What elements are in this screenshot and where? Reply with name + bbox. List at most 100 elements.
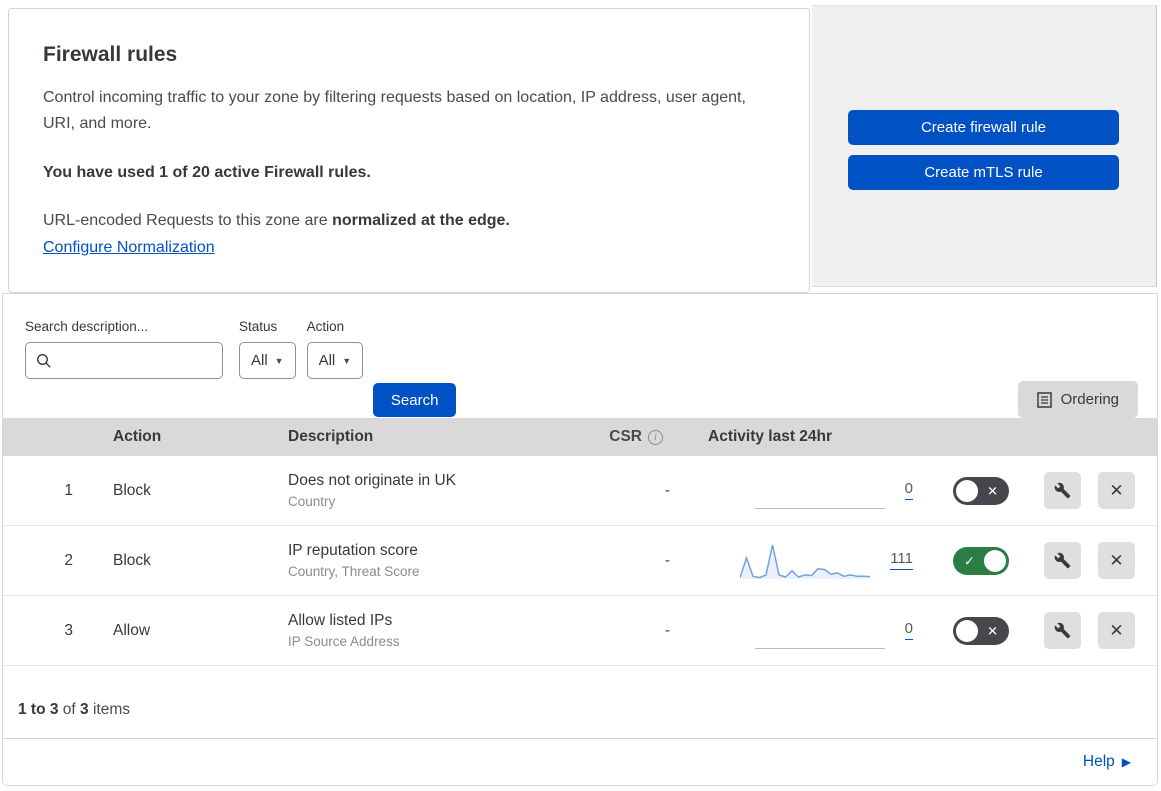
ordering-button-label: Ordering [1060, 391, 1119, 408]
edit-rule-button[interactable] [1044, 542, 1081, 579]
actions-panel: Create firewall rule Create mTLS rule [812, 5, 1157, 287]
rule-action: Allow [113, 621, 151, 639]
toggle-knob [956, 479, 978, 502]
x-icon: ✕ [987, 483, 998, 498]
rule-activity-cell: 0 [688, 608, 923, 654]
rule-csr: - [664, 551, 670, 569]
of-text: of [62, 701, 76, 718]
rule-criteria: IP Source Address [288, 634, 400, 649]
search-button[interactable]: Search [373, 383, 457, 417]
delete-rule-button[interactable]: ✕ [1098, 472, 1135, 509]
edit-rule-button[interactable] [1044, 472, 1081, 509]
range-text: 1 to 3 [18, 701, 59, 718]
create-mtls-rule-button[interactable]: Create mTLS rule [848, 155, 1119, 190]
rule-enabled-toggle[interactable]: ✓ ✕ [953, 616, 1009, 645]
rule-description: Allow listed IPs [288, 612, 393, 629]
table-row: 3 Allow Allow listed IPs IP Source Addre… [3, 596, 1157, 666]
normalization-note-text: URL-encoded Requests to this zone are [43, 212, 333, 229]
activity-count-link[interactable]: 0 [904, 481, 913, 500]
help-label: Help [1082, 753, 1115, 770]
chevron-down-icon: ▼ [342, 355, 352, 366]
status-filter: Status All ▼ [239, 319, 296, 379]
action-filter: Action All ▼ [306, 319, 364, 379]
info-icon[interactable]: i [648, 429, 663, 445]
close-icon: ✕ [1109, 480, 1124, 500]
rule-controls: ✓ ✕ ✕ [923, 612, 1157, 649]
table-header: Action Description CSR i Activity last 2… [3, 418, 1157, 456]
wrench-icon [1054, 482, 1071, 499]
rule-description-cell: Allow listed IPs IP Source Address [268, 612, 598, 649]
activity-count-link[interactable]: 111 [890, 551, 913, 570]
rule-csr: - [664, 481, 670, 499]
delete-rule-button[interactable]: ✕ [1098, 612, 1135, 649]
close-icon: ✕ [1109, 550, 1124, 570]
rule-action: Block [113, 481, 151, 499]
rule-csr: - [664, 621, 670, 639]
delete-rule-button[interactable]: ✕ [1098, 542, 1135, 579]
toggle-knob [984, 549, 1006, 572]
normalization-note: URL-encoded Requests to this zone are no… [43, 212, 769, 230]
rule-priority: 2 [64, 551, 73, 569]
rule-description-cell: IP reputation score Country, Threat Scor… [268, 542, 598, 579]
action-dropdown-value: All [318, 352, 336, 369]
activity-sparkline [754, 608, 885, 654]
rule-enabled-toggle[interactable]: ✓ ✕ [953, 546, 1009, 575]
total-count: 3 [80, 701, 89, 718]
rule-controls: ✓ ✕ ✕ [923, 472, 1157, 509]
rule-criteria: Country, Threat Score [288, 564, 420, 579]
firewall-rules-intro-card: Firewall rules Control incoming traffic … [8, 8, 810, 293]
rule-description-cell: Does not originate in UK Country [268, 472, 598, 509]
toggle-knob [956, 619, 978, 642]
rule-description: Does not originate in UK [288, 472, 457, 489]
wrench-icon [1054, 622, 1071, 639]
arrow-right-icon: ▶ [1121, 755, 1131, 769]
table-row: 1 Block Does not originate in UK Country… [3, 456, 1157, 526]
header-activity: Activity last 24hr [708, 428, 833, 445]
activity-count-link[interactable]: 0 [904, 621, 913, 640]
search-field: Search description... [25, 319, 223, 379]
close-icon: ✕ [1109, 620, 1124, 640]
status-dropdown-value: All [251, 352, 268, 369]
table-row: 2 Block IP reputation score Country, Thr… [3, 526, 1157, 596]
header-action: Action [113, 428, 162, 445]
rule-criteria: Country [288, 494, 336, 509]
rule-enabled-toggle[interactable]: ✓ ✕ [953, 476, 1009, 505]
items-text: items [92, 701, 131, 718]
pagination-summary: 1 to 3 of 3 items [3, 666, 1157, 739]
status-label: Status [239, 319, 278, 334]
activity-sparkline [740, 538, 871, 584]
rule-controls: ✓ ✕ ✕ [923, 542, 1157, 579]
chevron-down-icon: ▼ [274, 355, 284, 366]
rule-action: Block [113, 551, 151, 569]
help-row: Help ▶ [3, 739, 1157, 785]
rule-activity-cell: 0 [688, 468, 923, 514]
wrench-icon [1054, 552, 1071, 569]
ordering-list-icon [1036, 391, 1052, 408]
rule-activity-cell: 111 [688, 538, 923, 584]
header-description: Description [288, 428, 374, 445]
configure-normalization-link[interactable]: Configure Normalization [43, 239, 215, 257]
help-link[interactable]: Help ▶ [1083, 753, 1131, 771]
rule-priority: 1 [64, 481, 73, 499]
rule-description: IP reputation score [288, 542, 418, 559]
edit-rule-button[interactable] [1044, 612, 1081, 649]
search-label: Search description... [25, 319, 149, 334]
normalization-note-bold: normalized at the edge. [332, 212, 510, 229]
page-description: Control incoming traffic to your zone by… [43, 89, 746, 132]
usage-summary: You have used 1 of 20 active Firewall ru… [43, 164, 371, 181]
filter-bar: Search description... Status All ▼ Actio… [3, 294, 1157, 418]
search-icon [36, 353, 51, 368]
status-dropdown[interactable]: All ▼ [239, 342, 296, 379]
rules-list-card: Search description... Status All ▼ Actio… [2, 293, 1158, 786]
create-firewall-rule-button[interactable]: Create firewall rule [848, 110, 1119, 145]
ordering-button[interactable]: Ordering [1017, 381, 1138, 418]
x-icon: ✕ [987, 623, 998, 638]
search-input[interactable] [60, 351, 212, 370]
rule-priority: 3 [64, 621, 73, 639]
intro-section: Firewall rules Control incoming traffic … [0, 0, 1161, 293]
header-csr-label: CSR [609, 428, 642, 445]
action-label: Action [306, 319, 345, 334]
search-box[interactable] [25, 342, 223, 379]
action-dropdown[interactable]: All ▼ [306, 342, 364, 379]
activity-sparkline [754, 468, 885, 514]
